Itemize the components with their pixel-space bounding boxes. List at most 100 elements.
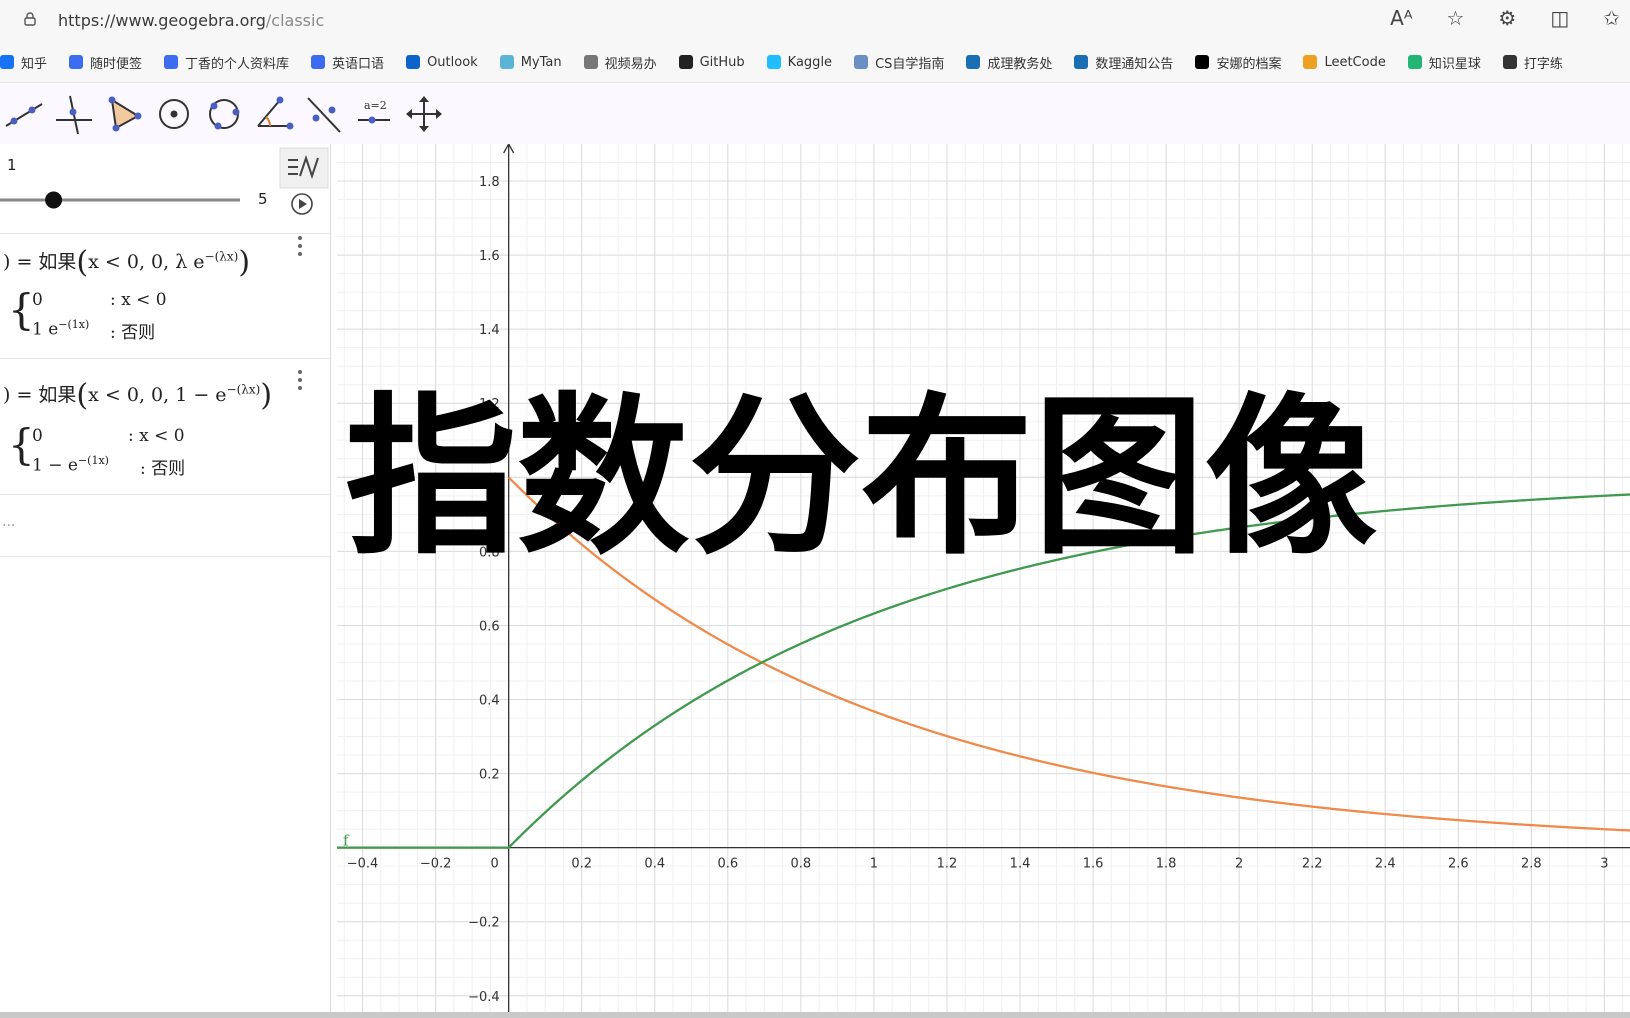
lambda-slider[interactable]	[0, 188, 245, 212]
svg-text:a=2: a=2	[364, 99, 387, 112]
bookmark-item[interactable]: 知乎	[0, 53, 47, 72]
x-tick-label: 0	[491, 857, 499, 872]
circle-three-points-tool-icon[interactable]	[202, 92, 246, 136]
x-tick-label: 2.8	[1521, 857, 1542, 872]
bookmark-item[interactable]: MyTan	[499, 55, 562, 70]
extensions-icon[interactable]: ⚙	[1498, 6, 1516, 30]
bookmark-item[interactable]: Outlook	[406, 55, 478, 70]
bookmark-item[interactable]: 丁香的个人资料库	[164, 53, 289, 72]
y-tick-label: 1.6	[479, 249, 500, 264]
slider-value: 1	[7, 156, 17, 174]
x-tick-label: 1	[870, 857, 878, 872]
x-tick-label: 2.2	[1302, 857, 1323, 872]
bookmark-label: 数理通知公告	[1095, 56, 1174, 72]
bookmark-icon	[678, 55, 693, 69]
bookmark-item[interactable]: 知识星球	[1407, 53, 1481, 72]
algebra-input[interactable]: ...	[2, 514, 15, 530]
overlay-title: 指数分布图像	[345, 377, 1377, 578]
x-tick-label: 3	[1600, 857, 1608, 872]
x-tick-label: 1.8	[1156, 857, 1177, 872]
algebra-view: 1 5 ) = 如果(x < 0, 0, λ e−(λx)) { 0 : x <…	[0, 144, 331, 1018]
y-tick-label: −0.2	[468, 916, 500, 931]
bookmark-item[interactable]: Kaggle	[766, 55, 832, 70]
split-screen-icon[interactable]: ◫	[1550, 6, 1569, 30]
bookmark-icon	[406, 55, 421, 69]
bookmark-label: 英语口语	[332, 56, 385, 72]
f-menu-icon[interactable]	[298, 236, 302, 256]
bookmark-item[interactable]: 成理教务处	[966, 53, 1052, 72]
x-tick-label: −0.2	[420, 857, 452, 872]
perpendicular-tool-icon[interactable]	[52, 92, 96, 136]
favorites-icon[interactable]: ✩	[1603, 6, 1620, 30]
url-path: /classic	[265, 11, 325, 30]
y-tick-label: 0.6	[479, 619, 500, 634]
bookmark-label: GitHub	[699, 54, 745, 70]
g-menu-icon[interactable]	[298, 370, 302, 390]
line-tool-icon[interactable]	[2, 92, 46, 136]
bookmark-icon	[311, 55, 326, 69]
bookmark-icon	[1303, 55, 1318, 69]
g-definition[interactable]: ) = 如果(x < 0, 0, 1 − e−(λx))	[3, 378, 272, 413]
slider-knob[interactable]	[45, 191, 63, 209]
y-tick-label: 1.4	[479, 323, 500, 338]
bookmark-item[interactable]: LeetCode	[1303, 55, 1386, 70]
algebra-style-icon[interactable]	[278, 146, 330, 190]
reflect-tool-icon[interactable]	[302, 92, 346, 136]
bookmark-label: 随时便签	[90, 56, 143, 72]
x-tick-label: 2.6	[1448, 857, 1469, 872]
polygon-tool-icon[interactable]	[102, 92, 146, 136]
angle-tool-icon[interactable]	[252, 92, 296, 136]
x-tick-label: 0.6	[717, 857, 738, 872]
bookmark-label: 知识星球	[1428, 56, 1481, 72]
bookmark-icon	[0, 55, 14, 69]
f-def-args: x < 0, 0, λ e	[88, 251, 205, 273]
read-aloud-icon[interactable]: Aᴬ	[1390, 6, 1412, 30]
x-tick-label: 0.4	[644, 857, 665, 872]
x-tick-label: 0.2	[571, 857, 592, 872]
x-tick-label: −0.4	[347, 857, 379, 872]
circle-center-tool-icon[interactable]	[152, 92, 196, 136]
g-def-eq: ) = 如果	[3, 384, 77, 406]
g-case1-condition: : x < 0	[128, 426, 185, 446]
bookmark-label: CS自学指南	[875, 56, 945, 72]
bookmark-icon	[1074, 55, 1089, 69]
bookmark-icon	[766, 55, 781, 69]
lock-icon	[24, 12, 36, 26]
favorite-star-icon[interactable]: ☆	[1446, 6, 1464, 30]
play-icon[interactable]	[290, 192, 314, 216]
x-tick-label: 1.4	[1010, 857, 1031, 872]
bookmark-item[interactable]: 数理通知公告	[1074, 53, 1173, 72]
x-tick-label: 1.2	[937, 857, 958, 872]
bookmark-item[interactable]: GitHub	[678, 54, 745, 70]
bookmark-icon	[1502, 55, 1517, 69]
f-brace: {	[8, 285, 35, 334]
bookmark-item[interactable]: 安娜的档案	[1195, 53, 1281, 72]
url-text[interactable]: https://www.geogebra.org/classic	[58, 11, 324, 30]
graphics-view[interactable]: −0.4 −0.2 0 0.2 0.4 0.6 0.8 1 1.2 1.4 1.6 1.8 2 2.2 2.…	[337, 144, 1630, 1018]
slider-max-label: 5	[258, 190, 268, 208]
x-tick-label: 1.6	[1083, 857, 1104, 872]
bookmark-icon	[164, 55, 179, 69]
bookmark-item[interactable]: 英语口语	[311, 53, 384, 72]
f-case1-value: 0	[32, 290, 43, 310]
g-case2-value: 1 − e−(1x)	[32, 454, 109, 476]
move-view-tool-icon[interactable]	[402, 92, 446, 136]
bookmark-item[interactable]: 随时便签	[69, 53, 142, 72]
bookmarks-bar: 知乎 随时便签 丁香的个人资料库 英语口语 Outlook MyTan 视频易办 GitHub…	[0, 42, 1630, 83]
bookmark-item[interactable]: 打字练	[1502, 53, 1563, 72]
bookmark-icon	[1407, 55, 1422, 69]
x-tick-label: 2.4	[1375, 857, 1396, 872]
f-def-exp: −(λx)	[204, 249, 239, 264]
address-bar[interactable]: https://www.geogebra.org/classic Aᴬ ☆ ⚙ …	[0, 0, 1630, 42]
g-def-exp: −(λx)	[226, 382, 261, 397]
f-definition[interactable]: ) = 如果(x < 0, 0, λ e−(λx))	[3, 245, 250, 280]
g-def-args: x < 0, 0, 1 − e	[88, 384, 227, 406]
slider-tool-icon[interactable]: a=2	[352, 92, 396, 136]
f-case2-condition: : 否则	[110, 323, 156, 343]
x-tick-label: 2	[1235, 857, 1243, 872]
bookmark-label: Outlook	[427, 54, 478, 70]
bookmark-item[interactable]: CS自学指南	[854, 53, 944, 72]
bookmark-label: 视频易办	[604, 56, 657, 72]
bookmark-item[interactable]: 视频易办	[583, 53, 657, 72]
bookmark-label: 知乎	[21, 56, 48, 72]
